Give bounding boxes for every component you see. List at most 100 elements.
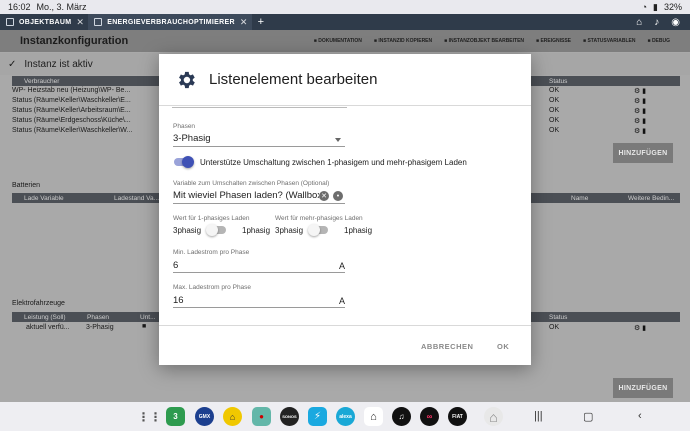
header-actions: DOKUMENTATION INSTANZID KOPIEREN INSTANZ… bbox=[314, 38, 670, 44]
gear-icon[interactable]: ⚙ ▮ bbox=[634, 97, 646, 105]
phases-label: Phasen bbox=[173, 123, 196, 130]
variable-underline bbox=[173, 203, 345, 204]
phases-cell: 3-Phasig bbox=[86, 324, 114, 331]
column-header: Name bbox=[571, 194, 589, 202]
status-variables-button[interactable]: STATUSVARIABLEN bbox=[583, 38, 635, 44]
add-vehicle-button[interactable]: HINZUFÜGEN bbox=[613, 378, 673, 398]
value-1-phase-toggle[interactable] bbox=[206, 224, 228, 236]
value-multi-phase-toggle[interactable] bbox=[308, 224, 330, 236]
phase-switching-toggle[interactable] bbox=[172, 156, 194, 168]
gear-icon[interactable]: ⚙ ▮ bbox=[634, 127, 646, 135]
documentation-button[interactable]: DOKUMENTATION bbox=[314, 38, 362, 44]
value-multi-phase-right: 1phasig bbox=[344, 226, 373, 235]
dialog-footer: ABBRECHEN OK bbox=[159, 325, 531, 365]
gear-icon bbox=[179, 71, 195, 88]
variable-select-field[interactable]: Mit wieviel Phasen laden? (Wallbox\ bbox=[173, 190, 319, 201]
battery-level: 32% bbox=[663, 2, 682, 12]
sonos-app-icon[interactable]: SONOS bbox=[280, 407, 299, 426]
clear-icon[interactable]: ✕ bbox=[319, 191, 329, 201]
instance-active-text: Instanz ist aktiv bbox=[24, 58, 93, 70]
min-current-label: Min. Ladestrom pro Phase bbox=[173, 249, 250, 256]
tab-bar: OBJEKTBAUM ✕ ENERGIEVERBRAUCHOPTIMIERER … bbox=[0, 14, 690, 30]
min-current-unit: A bbox=[339, 261, 346, 271]
min-current-input[interactable]: 6 bbox=[173, 260, 178, 271]
gear-icon[interactable]: ⚙ ▮ bbox=[634, 324, 646, 332]
column-header: Phasen bbox=[87, 313, 110, 321]
store-icon[interactable]: ⌂ bbox=[636, 17, 642, 28]
edit-instance-object-button[interactable]: INSTANZOBJEKT BEARBEITEN bbox=[444, 38, 524, 44]
gmx-app-icon[interactable]: GMX bbox=[195, 407, 214, 426]
smarthome-app-icon[interactable]: ⌂ bbox=[484, 407, 503, 426]
table-row[interactable]: Status (Räume\Erdgeschoss\Küche\... bbox=[12, 117, 131, 124]
column-header: Status bbox=[549, 313, 568, 321]
status-text: OK bbox=[549, 87, 560, 94]
select-variable-icon[interactable]: • bbox=[333, 191, 343, 201]
apps-grid-icon[interactable]: ⋮⋮ bbox=[138, 407, 162, 426]
status-text: OK bbox=[549, 107, 560, 114]
status-text: OK bbox=[549, 324, 560, 331]
table-row[interactable]: Status (Räume\Keller\Waschkeller\E... bbox=[12, 97, 131, 104]
status-text: OK bbox=[549, 97, 560, 104]
notifications-icon[interactable]: ♪ bbox=[654, 17, 659, 28]
table-row[interactable]: WP- Heizstab neu (Heizung\WP- Be... bbox=[12, 87, 130, 94]
value-1-phase-label: Wert für 1-phasiges Laden bbox=[173, 215, 250, 222]
recent-apps-icon[interactable]: ||| bbox=[534, 410, 543, 422]
calendar-app-icon[interactable]: 3 bbox=[166, 407, 185, 426]
bolt-app-icon[interactable]: ⚡ bbox=[308, 407, 327, 426]
batteries-section-label: Batterien bbox=[12, 182, 41, 189]
row-text: Status (Räume\Erdgeschoss\Küche\... bbox=[12, 117, 131, 124]
gear-icon[interactable]: ⚙ ▮ bbox=[634, 117, 646, 125]
bank-app-icon[interactable]: ⌂ bbox=[223, 407, 242, 426]
debug-button[interactable]: DEBUG bbox=[648, 38, 670, 44]
wifi-icon: ◔ bbox=[641, 2, 648, 12]
record-app-icon[interactable]: ● bbox=[252, 407, 271, 426]
profile-icon[interactable]: ◉ bbox=[671, 17, 680, 28]
value-1-phase-right: 1phasig bbox=[242, 226, 271, 235]
module-icon bbox=[94, 18, 103, 26]
check-icon: ✓ bbox=[8, 58, 17, 70]
events-button[interactable]: EREIGNISSE bbox=[536, 38, 571, 44]
home-button-icon[interactable]: ▢ bbox=[583, 410, 593, 423]
date-text: Mo., 3. März bbox=[36, 2, 87, 12]
variable-label: Variable zum Umschalten zwischen Phasen … bbox=[173, 180, 330, 187]
tree-icon bbox=[6, 18, 14, 26]
chevron-down-icon[interactable] bbox=[335, 138, 341, 142]
ok-button[interactable]: OK bbox=[497, 342, 509, 351]
value-multi-phase-left: 3phasig bbox=[275, 226, 304, 235]
value-multi-phase-label: Wert für mehr-phasiges Laden bbox=[275, 215, 363, 222]
column-header: Status bbox=[549, 77, 568, 85]
page-title: Instanzkonfiguration bbox=[20, 35, 129, 47]
alexa-app-icon[interactable]: alexa bbox=[336, 407, 355, 426]
max-current-input[interactable]: 16 bbox=[173, 295, 184, 306]
home-app-icon[interactable]: ⌂ bbox=[364, 407, 383, 426]
column-header: Unt... bbox=[140, 313, 156, 321]
fiat-app-icon[interactable]: FIAT bbox=[448, 407, 467, 426]
table-row[interactable]: aktuell verfü... bbox=[26, 324, 70, 331]
back-icon[interactable]: ‹ bbox=[638, 410, 642, 422]
status-text: OK bbox=[549, 127, 560, 134]
cancel-button[interactable]: ABBRECHEN bbox=[421, 342, 473, 351]
copy-instance-id-button[interactable]: INSTANZID KOPIEREN bbox=[374, 38, 432, 44]
system-status-bar: 16:02 Mo., 3. März ◔ ▮ 32% bbox=[0, 0, 690, 14]
electric-vehicles-section-label: Elektrofahrzeuge bbox=[12, 300, 65, 307]
phases-select[interactable]: 3-Phasig bbox=[173, 133, 211, 144]
tab-energieverbrauchoptimierer[interactable]: ENERGIEVERBRAUCHOPTIMIERER ✕ bbox=[88, 14, 252, 30]
table-row[interactable]: Status (Räume\Keller\Arbeitsraum\E... bbox=[12, 107, 131, 114]
dialog-body: Phasen 3-Phasig Unterstütze Umschaltung … bbox=[159, 107, 531, 325]
gear-icon[interactable]: ⚙ ▮ bbox=[634, 107, 646, 115]
table-row[interactable]: Status (Räume\Keller\Waschkeller\W... bbox=[12, 127, 132, 134]
checkbox-icon[interactable]: ■ bbox=[142, 323, 146, 330]
close-icon[interactable]: ✕ bbox=[240, 17, 248, 28]
add-consumer-button[interactable]: HINZUFÜGEN bbox=[613, 143, 673, 163]
status-text: OK bbox=[549, 117, 560, 124]
phase-switching-label: Unterstütze Umschaltung zwischen 1-phasi… bbox=[200, 158, 467, 167]
column-header: Lade Variable bbox=[24, 194, 64, 202]
close-icon[interactable]: ✕ bbox=[76, 17, 84, 28]
add-tab-button[interactable]: + bbox=[252, 16, 270, 28]
rings-app-icon[interactable]: ∞ bbox=[420, 407, 439, 426]
music-app-icon[interactable]: ♫ bbox=[392, 407, 411, 426]
gear-icon[interactable]: ⚙ ▮ bbox=[634, 87, 646, 95]
tab-objektbaum[interactable]: OBJEKTBAUM ✕ bbox=[0, 14, 88, 30]
phases-underline bbox=[173, 146, 345, 147]
max-current-unit: A bbox=[339, 296, 346, 306]
